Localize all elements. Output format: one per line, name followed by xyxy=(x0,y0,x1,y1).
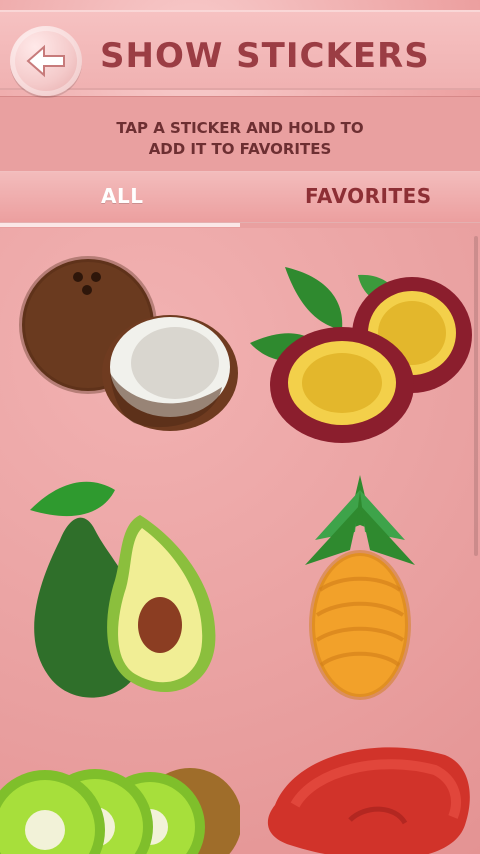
back-button[interactable] xyxy=(10,26,82,96)
avocado-icon xyxy=(30,481,216,698)
kiwi-icon xyxy=(0,768,240,854)
sticker-avocado[interactable] xyxy=(20,470,230,710)
instructions-text: TAP A STICKER AND HOLD TO ADD IT TO FAVO… xyxy=(0,118,480,160)
tab-favorites[interactable]: FAVORITES xyxy=(305,184,432,208)
sticker-pineapple[interactable] xyxy=(295,470,425,705)
instructions-line-2: ADD IT TO FAVORITES xyxy=(148,140,332,158)
sticker-coconut[interactable] xyxy=(10,255,240,455)
pineapple-icon xyxy=(305,475,415,700)
back-arrow-icon xyxy=(26,44,65,78)
passion-fruit-icon xyxy=(250,267,472,443)
coconut-icon xyxy=(19,256,238,431)
page-title: SHOW STICKERS xyxy=(100,36,430,76)
title-bar: SHOW STICKERS xyxy=(0,10,480,96)
tab-all[interactable]: ALL xyxy=(101,184,143,208)
instructions-line-1: TAP A STICKER AND HOLD TO xyxy=(116,119,364,137)
tab-bar: ALL FAVORITES xyxy=(0,171,480,223)
mango-icon xyxy=(267,747,470,854)
sticker-mango[interactable] xyxy=(255,735,475,854)
selected-tab-indicator xyxy=(0,223,240,227)
sticker-kiwi[interactable] xyxy=(0,765,240,854)
sticker-passion-fruit[interactable] xyxy=(250,255,475,455)
